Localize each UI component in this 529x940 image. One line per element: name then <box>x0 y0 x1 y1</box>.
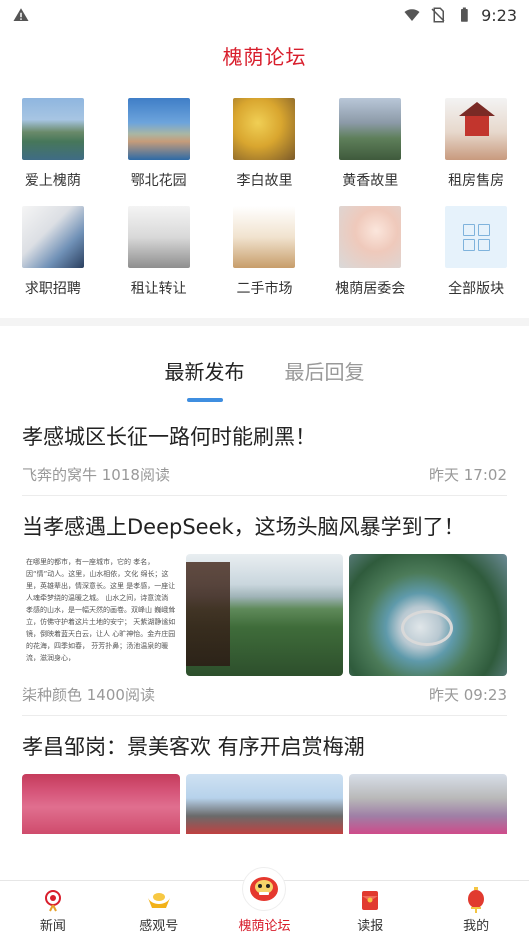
forum-item-residents-committee[interactable]: 槐荫居委会 <box>317 206 423 298</box>
forum-thumbnail <box>233 206 296 268</box>
post-meta: 飞奔的窝牛 1018阅读 昨天 17:02 <box>22 456 507 495</box>
nav-read-paper[interactable]: 读报 <box>317 881 423 940</box>
forum-item-secondhand[interactable]: 二手市场 <box>212 206 318 298</box>
post-image-aerial <box>349 554 507 676</box>
no-sim-icon <box>431 7 445 23</box>
wifi-icon <box>404 9 420 21</box>
nav-label: 新闻 <box>39 919 66 934</box>
forum-label: 全部版块 <box>448 281 505 297</box>
forum-thumbnail <box>21 98 84 160</box>
nav-label: 读报 <box>357 919 384 934</box>
forum-thumbnail <box>127 98 190 160</box>
forum-item-jobs[interactable]: 求职招聘 <box>0 206 106 298</box>
forum-label: 李白故里 <box>236 173 293 189</box>
post-author-reads: 柒种颜色 1400阅读 <box>22 686 155 704</box>
post-title: 孝昌邹岗：景美客欢 有序开启赏梅潮 <box>22 735 365 759</box>
warning-icon <box>13 8 29 21</box>
forum-item-libai-hometown[interactable]: 李白故里 <box>212 98 318 190</box>
section-divider <box>0 318 529 326</box>
forum-label: 求职招聘 <box>24 281 81 297</box>
forum-thumbnail <box>445 98 508 160</box>
battery-icon <box>461 7 468 22</box>
forum-grid: 爱上槐荫 鄂北花园 李白故里 黄香故里 租房售房 求职招聘 租让转让 二手市场 … <box>0 80 529 318</box>
status-time: 9:23 <box>481 5 517 25</box>
forum-thumbnail <box>339 206 402 268</box>
post-image-flowers <box>22 774 180 834</box>
forum-label: 爱上槐荫 <box>24 173 81 189</box>
post-item[interactable]: 当孝感遇上DeepSeek，这场头脑风暴学到了！ 在哪里的都市，有一座城市，它的… <box>0 496 529 715</box>
post-title: 孝感城区长征一路何时能刷黑！ <box>22 425 316 449</box>
post-item[interactable]: 孝昌邹岗：景美客欢 有序开启赏梅潮 <box>0 716 529 834</box>
nav-label: 槐荫论坛 <box>238 919 291 934</box>
post-meta: 柒种颜色 1400阅读 昨天 09:23 <box>22 676 507 715</box>
forum-item-aishang-huaiyin[interactable]: 爱上槐荫 <box>0 98 106 190</box>
page-title: 槐荫论坛 <box>222 44 307 69</box>
forum-thumbnail <box>21 206 84 268</box>
forum-label: 鄂北花园 <box>130 173 187 189</box>
forum-label: 二手市场 <box>236 281 293 297</box>
active-tab-indicator <box>186 398 223 402</box>
tab-label: 最后回复 <box>284 360 365 384</box>
forum-item-huangxiang-hometown[interactable]: 黄香故里 <box>317 98 423 190</box>
forum-thumbnail <box>127 206 190 268</box>
post-image-text-page: 在哪里的都市，有一座城市，它的 孝名，因“情”动人。这里，山水相依，文化 绵长；… <box>22 554 180 676</box>
forum-item-all-sections[interactable]: 全部版块 <box>423 206 529 298</box>
nav-label: 我的 <box>463 919 490 934</box>
house-icon <box>459 102 496 136</box>
forum-item-rent-sell[interactable]: 租房售房 <box>423 98 529 190</box>
nav-ganguanhao[interactable]: 感观号 <box>106 881 212 940</box>
post-title: 当孝感遇上DeepSeek，这场头脑风暴学到了！ <box>22 515 465 539</box>
grid-icon <box>462 223 490 251</box>
post-time: 昨天 17:02 <box>429 466 507 484</box>
post-item[interactable]: 孝感城区长征一路何时能刷黑！ 飞奔的窝牛 1018阅读 昨天 17:02 <box>0 408 529 495</box>
forum-label: 租房售房 <box>448 173 505 189</box>
nav-label: 感观号 <box>139 919 179 934</box>
forum-item-ebei-garden[interactable]: 鄂北花园 <box>106 98 212 190</box>
post-author-reads: 飞奔的窝牛 1018阅读 <box>22 466 170 484</box>
bottom-nav: 新闻 感观号 槐荫论坛 读报 我的 <box>0 867 529 940</box>
post-image-blossom-field <box>349 774 507 834</box>
forum-item-transfer[interactable]: 租让转让 <box>106 206 212 298</box>
forum-thumbnail <box>339 98 402 160</box>
forum-label: 租让转让 <box>130 281 187 297</box>
forum-thumbnail <box>233 98 296 160</box>
post-images <box>22 774 507 834</box>
tab-last-reply[interactable]: 最后回复 <box>285 356 365 394</box>
nav-news[interactable]: 新闻 <box>0 881 106 940</box>
post-time: 昨天 09:23 <box>429 686 507 704</box>
tab-label: 最新发布 <box>164 360 245 384</box>
knot-icon <box>40 887 66 913</box>
ingot-icon <box>146 887 172 913</box>
forum-label: 黄香故里 <box>342 173 399 189</box>
app-header: 槐荫论坛 <box>0 30 529 80</box>
lantern-icon <box>463 887 489 913</box>
forum-label: 槐荫居委会 <box>335 281 406 297</box>
red-envelope-icon <box>357 887 383 913</box>
forum-thumbnail <box>445 206 508 268</box>
tab-latest[interactable]: 最新发布 <box>164 356 245 402</box>
nav-forum[interactable]: 槐荫论坛 <box>212 867 318 940</box>
post-image-visitors <box>185 774 344 834</box>
status-bar: 9:23 <box>0 0 529 30</box>
nav-mine[interactable]: 我的 <box>423 881 529 940</box>
lion-icon <box>242 867 287 911</box>
post-images: 在哪里的都市，有一座城市，它的 孝名，因“情”动人。这里，山水相依，文化 绵长；… <box>22 554 507 676</box>
post-tabs: 最新发布 最后回复 <box>0 326 529 408</box>
post-image-mountain <box>185 554 344 676</box>
